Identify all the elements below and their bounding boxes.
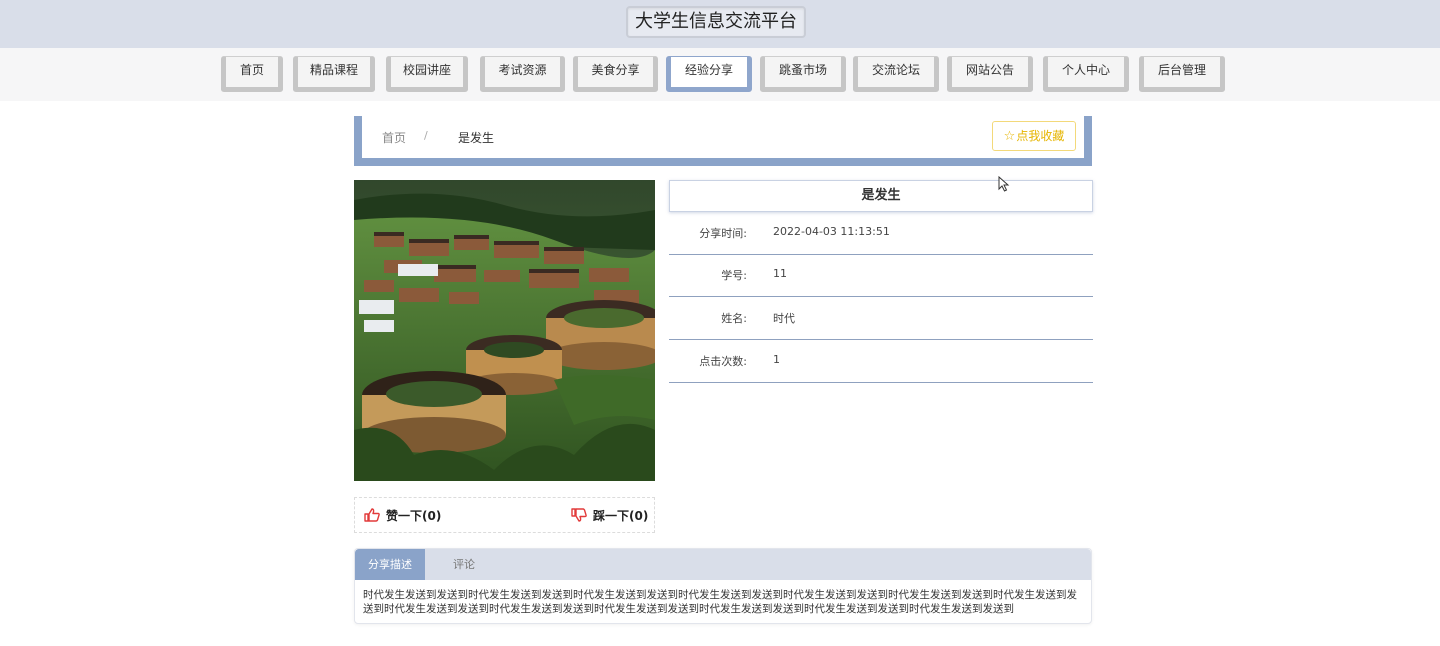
dislike-label: 踩一下(0) bbox=[593, 509, 649, 523]
site-header: 大学生信息交流平台 bbox=[0, 0, 1440, 48]
mouse-cursor-icon bbox=[998, 176, 1010, 192]
nav-item-personal-center[interactable]: 个人中心 bbox=[1043, 56, 1129, 92]
share-image bbox=[354, 180, 655, 481]
detail-key: 分享时间: bbox=[699, 227, 747, 240]
nav-item-lectures[interactable]: 校园讲座 bbox=[386, 56, 468, 92]
detail-value: 时代 bbox=[773, 312, 795, 325]
thumbs-down-icon bbox=[571, 508, 587, 522]
dislike-button[interactable]: 踩一下(0) bbox=[571, 507, 648, 524]
thumbs-up-icon bbox=[364, 508, 380, 522]
breadcrumb: 首页 / 是发生 ☆点我收藏 bbox=[354, 116, 1092, 166]
detail-key: 学号: bbox=[721, 269, 747, 282]
detail-value: 2022-04-03 11:13:51 bbox=[773, 225, 890, 238]
detail-row-student-id: 学号: 11 bbox=[669, 254, 1093, 297]
share-description-text: 时代发生发送到发送到时代发生发送到发送到时代发生发送到发送到时代发生发送到发送到… bbox=[363, 589, 1077, 615]
detail-value: 1 bbox=[773, 353, 780, 366]
nav-item-food-share[interactable]: 美食分享 bbox=[573, 56, 658, 92]
breadcrumb-separator: / bbox=[424, 129, 428, 142]
nav-item-courses[interactable]: 精品课程 bbox=[293, 56, 375, 92]
favorite-label: 点我收藏 bbox=[1016, 129, 1065, 143]
reaction-bar: 赞一下(0) 踩一下(0) bbox=[354, 497, 655, 533]
detail-value: 11 bbox=[773, 267, 787, 280]
breadcrumb-current: 是发生 bbox=[458, 131, 495, 145]
tab-share-description[interactable]: 分享描述 bbox=[355, 549, 425, 580]
nav-item-experience-share[interactable]: 经验分享 bbox=[666, 56, 752, 92]
description-tabs: 分享描述 评论 时代发生发送到发送到时代发生发送到发送到时代发生发送到发送到时代… bbox=[354, 548, 1092, 624]
nav-item-admin[interactable]: 后台管理 bbox=[1139, 56, 1225, 92]
tab-comments[interactable]: 评论 bbox=[429, 549, 499, 580]
tulou-landscape-image bbox=[354, 180, 655, 481]
detail-row-name: 姓名: 时代 bbox=[669, 297, 1093, 340]
detail-key: 点击次数: bbox=[699, 355, 747, 368]
nav-item-home[interactable]: 首页 bbox=[221, 56, 283, 92]
site-title: 大学生信息交流平台 bbox=[626, 6, 806, 38]
like-label: 赞一下(0) bbox=[386, 509, 442, 523]
like-button[interactable]: 赞一下(0) bbox=[364, 507, 441, 524]
star-outline-icon: ☆ bbox=[1003, 129, 1016, 144]
tab-header: 分享描述 评论 bbox=[355, 549, 1091, 580]
detail-row-click-count: 点击次数: 1 bbox=[669, 340, 1093, 383]
nav-item-exam-resources[interactable]: 考试资源 bbox=[480, 56, 565, 92]
favorite-button[interactable]: ☆点我收藏 bbox=[992, 121, 1076, 151]
detail-title: 是发生 bbox=[669, 180, 1093, 212]
main-nav: 首页 精品课程 校园讲座 考试资源 美食分享 经验分享 跳蚤市场 交流论坛 网站… bbox=[0, 48, 1440, 101]
nav-item-forum[interactable]: 交流论坛 bbox=[853, 56, 939, 92]
nav-item-announcements[interactable]: 网站公告 bbox=[947, 56, 1033, 92]
detail-row-share-time: 分享时间: 2022-04-03 11:13:51 bbox=[669, 212, 1093, 255]
detail-key: 姓名: bbox=[721, 312, 747, 325]
breadcrumb-home-link[interactable]: 首页 bbox=[382, 129, 406, 146]
nav-item-flea-market[interactable]: 跳蚤市场 bbox=[760, 56, 846, 92]
